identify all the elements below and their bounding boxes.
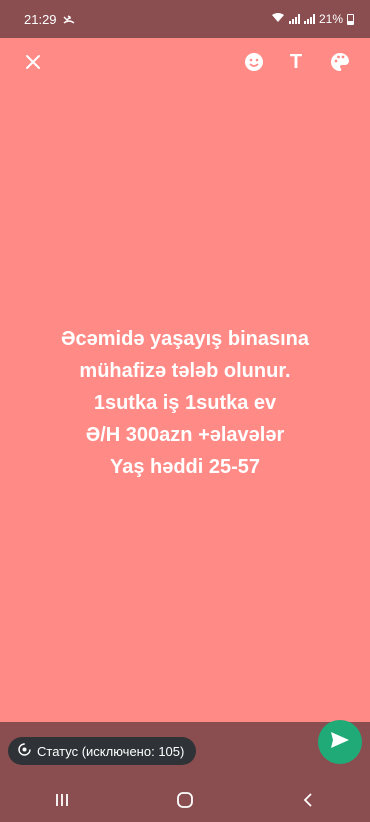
status-text-line: Yaş həddi 25-57 [109, 456, 261, 478]
battery-icon [347, 13, 354, 25]
status-text-line: 1sutka iş 1sutka ev [93, 392, 277, 414]
close-icon[interactable] [21, 50, 45, 74]
status-text-line: mühafizə tələb olunur. [79, 360, 291, 382]
wifi-icon [271, 12, 285, 26]
missed-call-icon [63, 12, 75, 27]
palette-icon[interactable] [328, 50, 352, 74]
emoji-icon[interactable] [242, 50, 266, 74]
audience-selector-button[interactable]: Статус (исключено: 105) [8, 737, 197, 765]
status-right: 21% [271, 12, 354, 26]
status-text-block: Əcəmidə yaşayış binasına mühafizə tələb … [0, 323, 370, 483]
system-nav-bar [0, 778, 370, 822]
status-left: 21:29 [24, 12, 75, 27]
status-text-line: Ə/H 300azn +əlavələr [85, 424, 285, 446]
privacy-icon [18, 743, 31, 759]
system-status-bar: 21:29 21% [0, 0, 370, 38]
home-button[interactable] [165, 785, 205, 815]
signal-icon-2 [303, 14, 315, 24]
status-canvas[interactable]: T Əcəmidə yaşayış binasına mühafizə tələ… [0, 38, 370, 722]
send-button[interactable] [318, 720, 362, 764]
back-button[interactable] [288, 785, 328, 815]
battery-percent: 21% [318, 12, 343, 26]
text-tool-icon[interactable]: T [284, 50, 308, 74]
clock: 21:29 [24, 11, 57, 27]
signal-icon [288, 14, 300, 24]
audience-label: Статус (исключено: 105) [37, 743, 185, 759]
recent-apps-button[interactable] [42, 785, 82, 815]
composer-footer: Статус (исключено: 105) [0, 720, 370, 778]
editor-toolbar: T [0, 38, 370, 84]
status-text-line: Əcəmidə yaşayış binasına [61, 328, 309, 350]
send-icon [330, 731, 350, 754]
